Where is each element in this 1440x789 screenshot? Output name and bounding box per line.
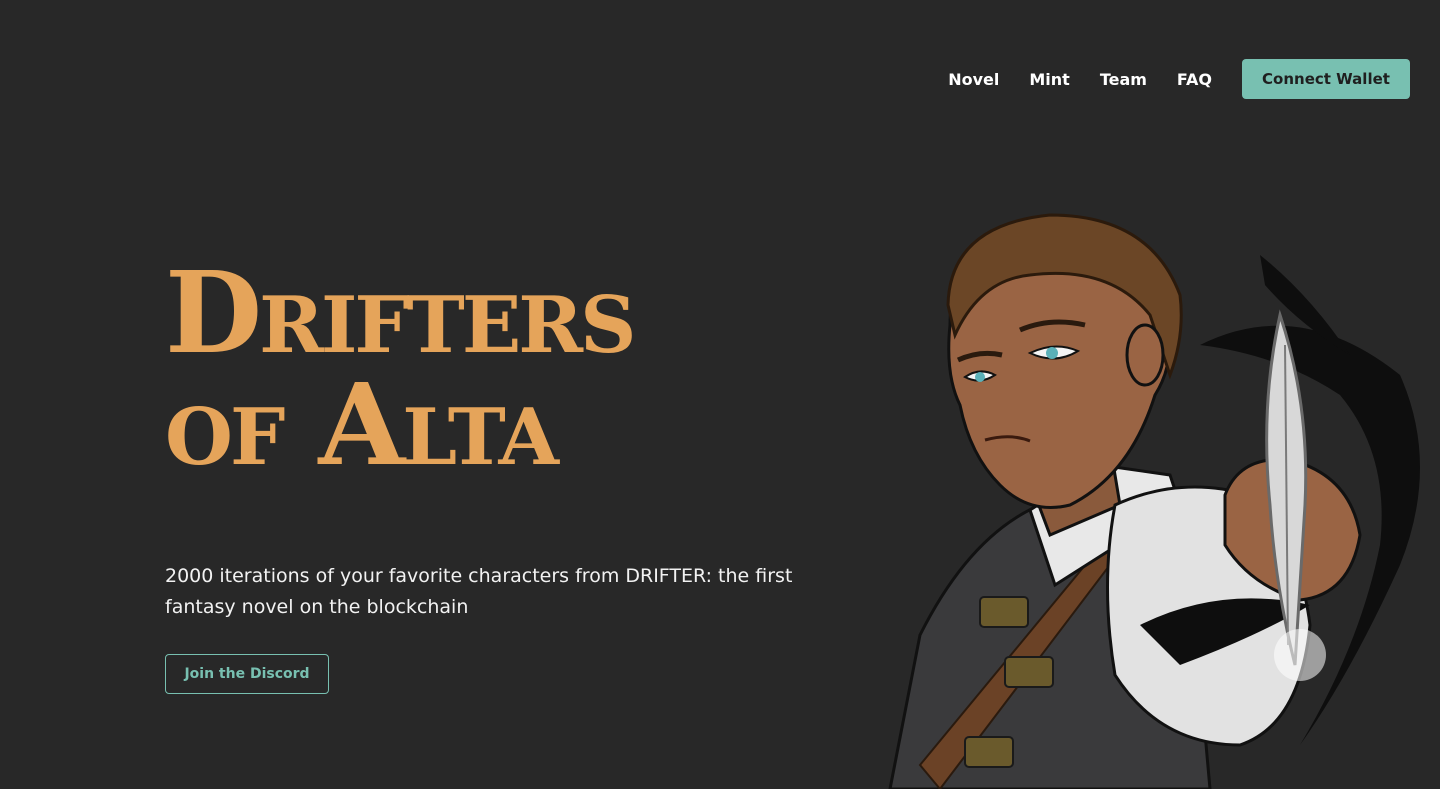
nav-link-team[interactable]: Team	[1100, 70, 1147, 89]
nav-link-mint[interactable]: Mint	[1029, 70, 1069, 89]
nav-link-novel[interactable]: Novel	[948, 70, 999, 89]
coat-buckle	[964, 736, 1014, 768]
hero-title-line-2: of Alta	[165, 360, 559, 491]
join-discord-button[interactable]: Join the Discord	[165, 654, 329, 694]
connect-wallet-button[interactable]: Connect Wallet	[1242, 59, 1410, 99]
character-illustration	[888, 213, 1420, 789]
main-nav: Novel Mint Team FAQ Connect Wallet	[948, 59, 1410, 99]
nav-link-faq[interactable]: FAQ	[1177, 70, 1212, 89]
character-ear	[1125, 323, 1165, 387]
hero-title-line-1: Drifters	[165, 248, 636, 379]
blade-glow	[1274, 629, 1326, 681]
coat-buckle	[1004, 656, 1054, 688]
hero-tagline: 2000 iterations of your favorite charact…	[165, 565, 793, 618]
coat-buckle	[979, 596, 1029, 628]
hero-title: Drifters of Alta	[165, 248, 636, 491]
